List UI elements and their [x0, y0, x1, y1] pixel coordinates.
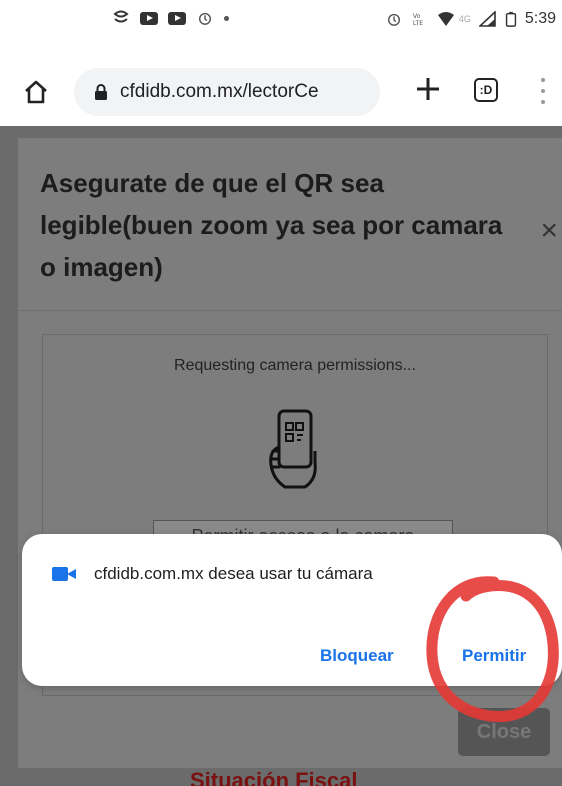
chat-bubble-icon: [113, 10, 129, 23]
alarm-icon: [198, 12, 212, 25]
tab-switcher-button[interactable]: :D: [474, 78, 498, 102]
url-text: cfdidb.com.mx/lectorCe: [120, 81, 319, 102]
tab-count: :D: [479, 83, 493, 97]
svg-text:LTE: LTE: [413, 20, 423, 27]
modal-close-button[interactable]: Close: [458, 708, 550, 756]
situacion-fiscal-heading: Situación Fiscal: [190, 768, 358, 786]
dot-icon: [224, 15, 229, 21]
scan-status-text: Requesting camera permissions...: [174, 357, 416, 374]
page-content: Asegurate de que el QR sea legible(buen …: [0, 126, 562, 786]
address-bar[interactable]: cfdidb.com.mx/lectorCe: [74, 68, 380, 116]
notification-icons: [112, 10, 229, 26]
camera-icon: [52, 566, 76, 582]
allow-button[interactable]: Permitir: [462, 646, 526, 666]
signal-icon: [478, 11, 496, 27]
status-bar: Vo LTE 4G 5:39: [0, 0, 562, 44]
svg-text:Vo: Vo: [413, 13, 421, 20]
clock: 5:39: [524, 10, 556, 27]
plus-icon[interactable]: [413, 74, 443, 104]
close-icon[interactable]: ×: [540, 214, 558, 248]
battery-icon: [505, 11, 517, 27]
permission-message: cfdidb.com.mx desea usar tu cámara: [94, 564, 373, 583]
wifi-icon: [437, 12, 454, 26]
youtube-icon: [140, 11, 158, 25]
lock-icon: [95, 84, 107, 100]
system-status: Vo LTE 4G 5:39: [385, 10, 556, 28]
alarm-icon: [387, 13, 400, 26]
home-icon[interactable]: [22, 78, 50, 106]
modal-divider: [18, 310, 562, 311]
phone-qr-icon: [269, 409, 317, 489]
browser-toolbar: cfdidb.com.mx/lectorCe :D: [0, 60, 562, 126]
block-button[interactable]: Bloquear: [320, 646, 394, 666]
permission-message-row: cfdidb.com.mx desea usar tu cámara: [52, 564, 373, 584]
more-vertical-icon[interactable]: [540, 78, 546, 104]
youtube-icon: [168, 11, 186, 25]
camera-permission-dialog: cfdidb.com.mx desea usar tu cámara Bloqu…: [22, 534, 562, 686]
network-type: 4G: [458, 14, 471, 24]
modal-title: Asegurate de que el QR sea legible(buen …: [40, 168, 503, 282]
volte-icon: VoLTE: [413, 13, 423, 27]
